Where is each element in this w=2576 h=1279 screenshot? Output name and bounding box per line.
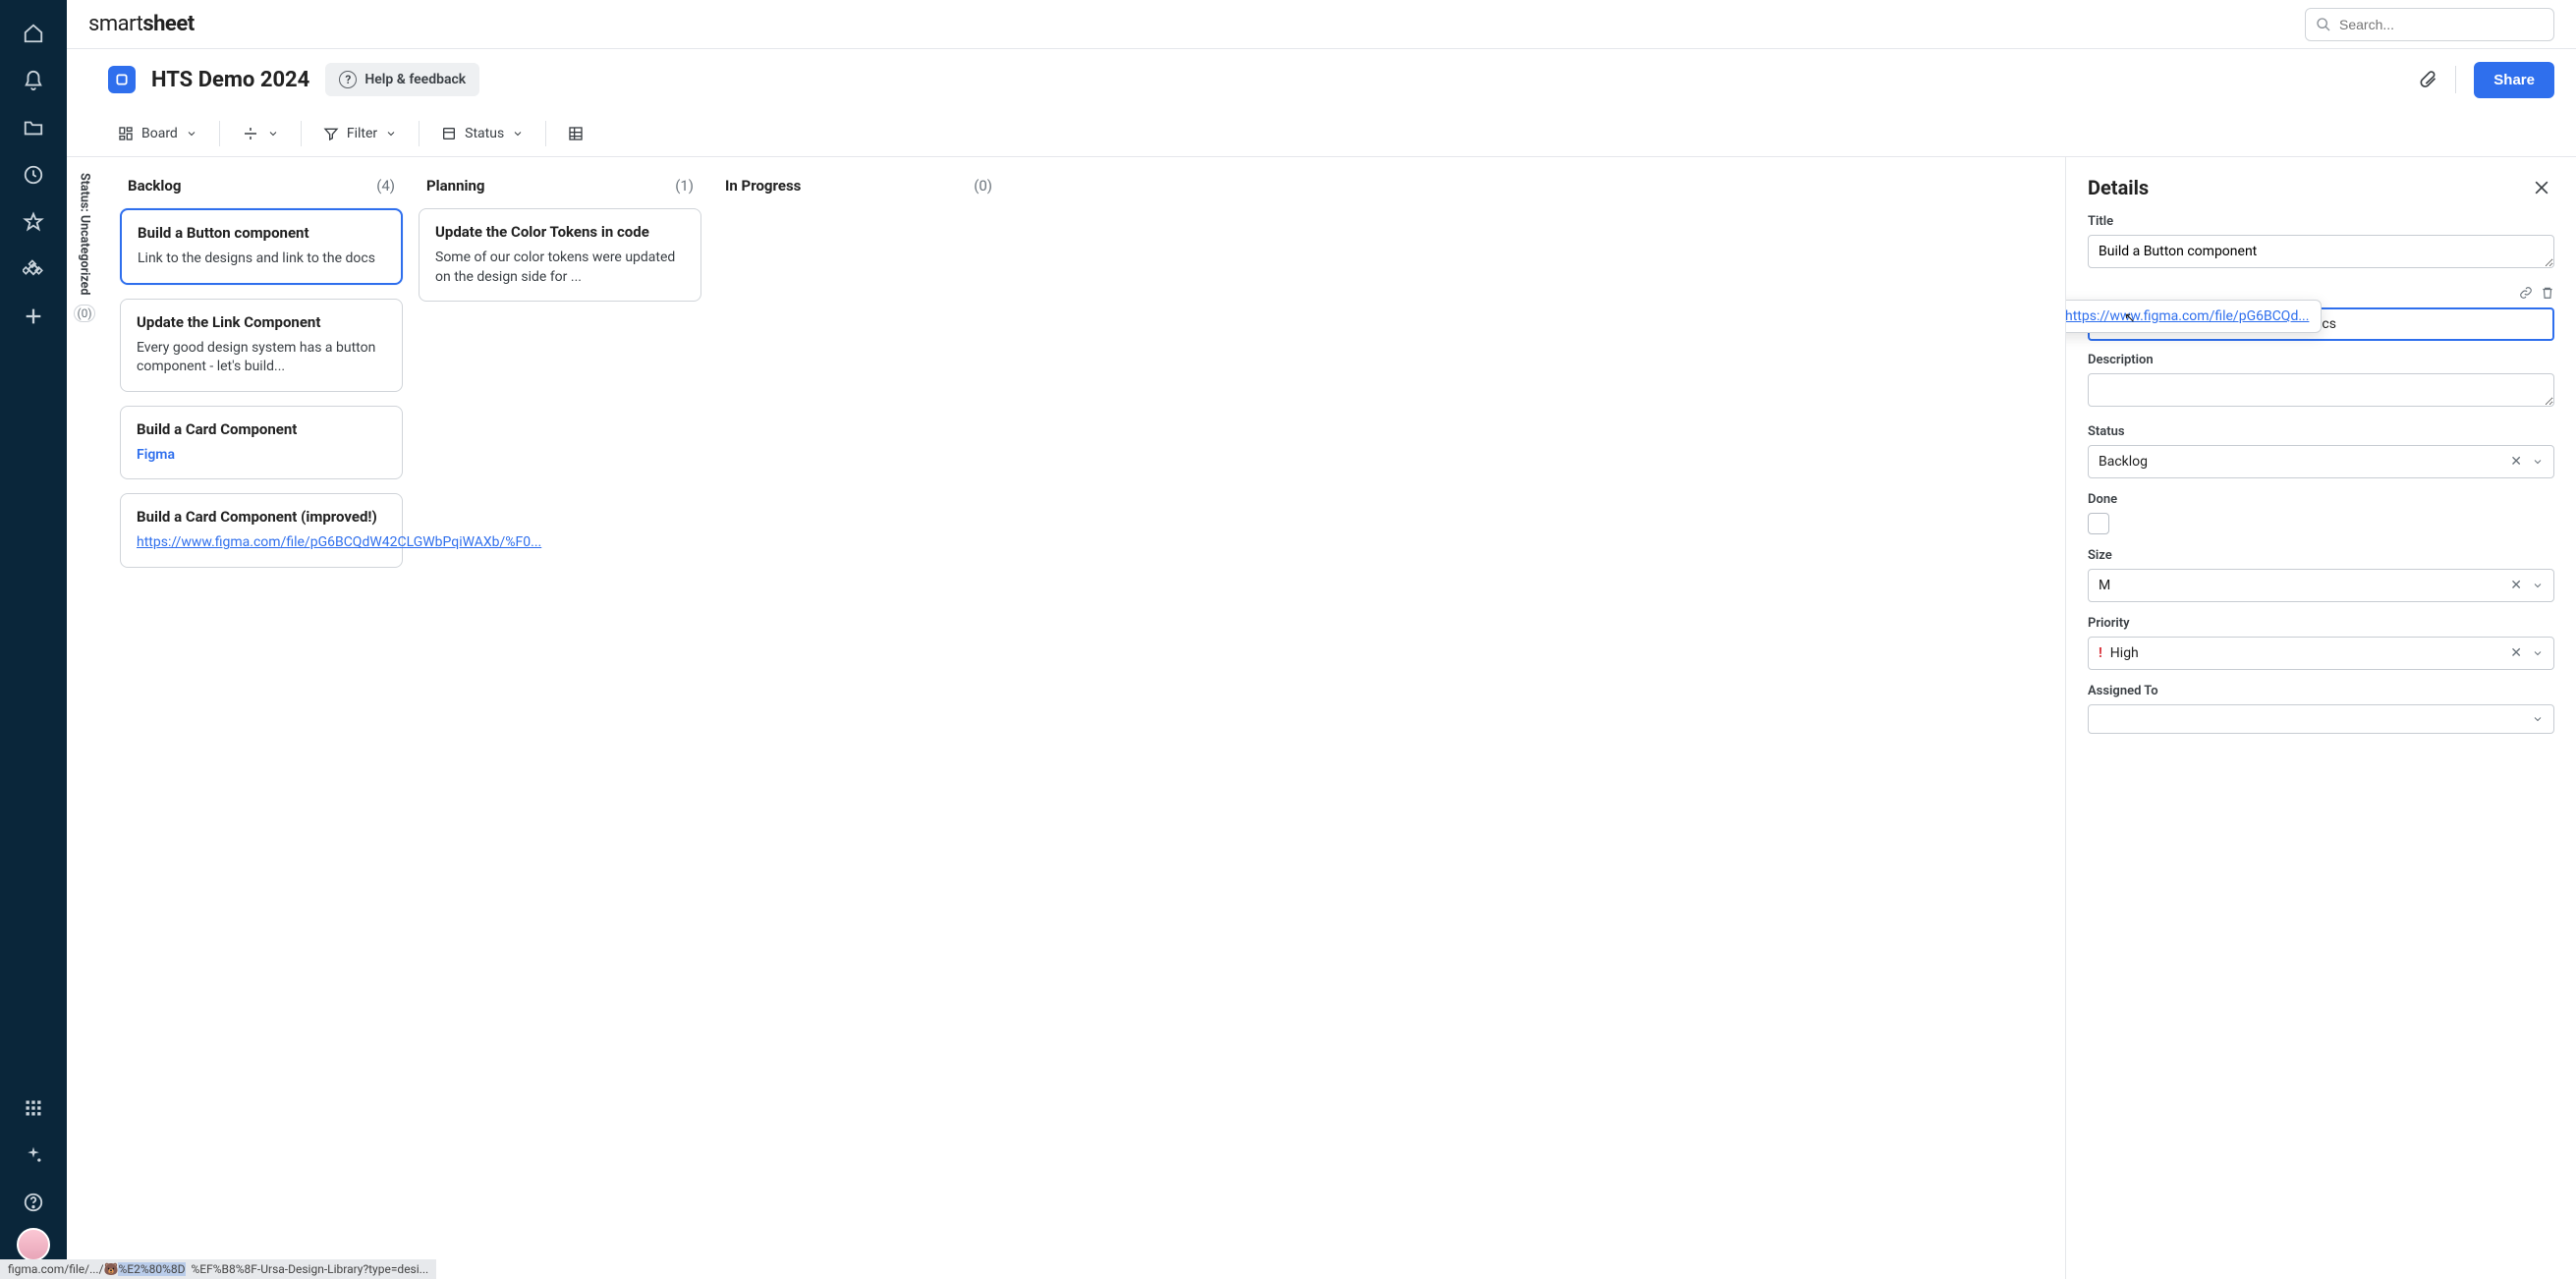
assigned-to-select[interactable] <box>2088 704 2554 734</box>
field-label-size: Size <box>2088 548 2554 563</box>
add-icon[interactable] <box>12 295 55 338</box>
delete-icon[interactable] <box>2541 286 2554 300</box>
priority-select[interactable]: ! High ✕ <box>2088 637 2554 670</box>
brand-logo: smartsheet <box>88 12 195 36</box>
workspace-icon <box>108 66 136 93</box>
column-planning: Planning (1) Update the Color Tokens in c… <box>411 173 709 1263</box>
chevron-down-icon <box>2532 713 2544 725</box>
density-icon <box>242 125 259 142</box>
chevron-down-icon <box>2532 580 2544 591</box>
card-title: Update the Link Component <box>137 313 386 331</box>
chevron-down-icon <box>2532 456 2544 468</box>
description-input[interactable] <box>2088 373 2554 407</box>
column-title: Backlog <box>128 177 181 195</box>
size-select[interactable]: M ✕ <box>2088 569 2554 602</box>
chevron-down-icon <box>512 128 524 139</box>
title-input[interactable] <box>2088 235 2554 268</box>
recents-icon[interactable] <box>12 153 55 196</box>
chevron-down-icon <box>2532 647 2544 659</box>
link-tooltip: https://www.figma.com/file/pG6BCQd... ↖ <box>2065 300 2322 333</box>
card-body: https://www.figma.com/file/pG6BCQdW42CLG… <box>137 533 386 553</box>
swim-lane-header: Status: Uncategorized (0) <box>67 157 102 1279</box>
details-heading: Details <box>2088 176 2149 199</box>
clear-icon[interactable]: ✕ <box>2510 645 2522 661</box>
global-search[interactable] <box>2305 8 2554 41</box>
link-icon[interactable] <box>2519 286 2533 300</box>
card[interactable]: Build a Button component Link to the des… <box>120 208 403 285</box>
done-checkbox[interactable] <box>2088 513 2109 534</box>
apps-grid-icon[interactable] <box>12 1086 55 1130</box>
card[interactable]: Build a Card Component (improved!) https… <box>120 493 403 568</box>
chevron-down-icon <box>186 128 197 139</box>
card-title: Update the Color Tokens in code <box>435 223 685 241</box>
column-count: (1) <box>675 177 694 195</box>
column-title: Planning <box>426 177 484 195</box>
lane-label: Status: Uncategorized <box>78 173 92 295</box>
column-in-progress: In Progress (0) <box>709 173 1008 1263</box>
chevron-down-icon <box>267 128 279 139</box>
filter-icon <box>323 126 339 141</box>
field-label-done: Done <box>2088 492 2554 507</box>
field-label-status: Status <box>2088 424 2554 439</box>
card[interactable]: Update the Color Tokens in code Some of … <box>419 208 701 302</box>
workapps-icon[interactable] <box>12 248 55 291</box>
card-title: Build a Button component <box>138 224 385 242</box>
question-icon: ? <box>339 71 357 88</box>
close-icon[interactable] <box>2529 175 2554 200</box>
card-title: Build a Card Component (improved!) <box>137 508 386 526</box>
card[interactable]: Update the Link Component Every good des… <box>120 299 403 392</box>
home-icon[interactable] <box>12 12 55 55</box>
attachment-icon[interactable] <box>2418 69 2437 90</box>
group-by-button[interactable]: Status <box>431 120 533 147</box>
table-view-button[interactable] <box>558 120 593 147</box>
card-title: Build a Card Component <box>137 420 386 438</box>
card[interactable]: Build a Card Component Figma <box>120 406 403 480</box>
table-icon <box>568 126 584 141</box>
field-label-description: Description <box>2088 353 2554 367</box>
group-icon <box>441 126 457 141</box>
card-body: Some of our color tokens were updated on… <box>435 249 685 287</box>
field-label-title: Title <box>2088 214 2554 229</box>
help-feedback-button[interactable]: ? Help & feedback <box>325 63 479 96</box>
help-icon[interactable] <box>12 1181 55 1224</box>
field-label-priority: Priority <box>2088 616 2554 631</box>
search-input[interactable] <box>2339 17 2544 32</box>
chevron-down-icon <box>385 128 397 139</box>
divider <box>2455 66 2456 93</box>
view-toolbar: Board Filter Status <box>67 110 2576 157</box>
browser-statusbar: figma.com/file/.../🐻%E2%80%8D %EF%B8%8F-… <box>0 1259 436 1279</box>
board-icon <box>118 126 134 141</box>
workspace-title: HTS Demo 2024 <box>151 68 309 92</box>
field-label-assigned: Assigned To <box>2088 684 2554 698</box>
notifications-icon[interactable] <box>12 59 55 102</box>
sparkle-icon[interactable] <box>12 1134 55 1177</box>
layout-density-button[interactable] <box>232 119 289 148</box>
top-bar: smartsheet <box>67 0 2576 49</box>
column-title: In Progress <box>725 177 801 195</box>
clear-icon[interactable]: ✕ <box>2510 578 2522 593</box>
card-body: Link to the designs and link to the docs <box>138 250 385 269</box>
card-body: Every good design system has a button co… <box>137 339 386 377</box>
status-select[interactable]: Backlog ✕ <box>2088 445 2554 478</box>
user-avatar[interactable] <box>17 1228 50 1261</box>
details-panel: Details Title <box>2065 157 2576 1279</box>
favorites-icon[interactable] <box>12 200 55 244</box>
tooltip-url[interactable]: https://www.figma.com/file/pG6BCQd... <box>2065 308 2309 324</box>
board-view-selector[interactable]: Board <box>108 120 207 147</box>
clear-icon[interactable]: ✕ <box>2510 454 2522 470</box>
search-icon <box>2316 17 2331 32</box>
column-count: (0) <box>974 177 992 195</box>
card-body: Figma <box>137 446 386 466</box>
column-backlog: Backlog (4) Build a Button component Link… <box>112 173 411 1263</box>
filter-button[interactable]: Filter <box>313 120 407 147</box>
share-button[interactable]: Share <box>2474 62 2554 98</box>
lane-count: (0) <box>74 305 94 322</box>
column-count: (4) <box>376 177 395 195</box>
folder-icon[interactable] <box>12 106 55 149</box>
workspace-header: HTS Demo 2024 ? Help & feedback Share <box>67 49 2576 110</box>
left-nav-rail <box>0 0 67 1279</box>
